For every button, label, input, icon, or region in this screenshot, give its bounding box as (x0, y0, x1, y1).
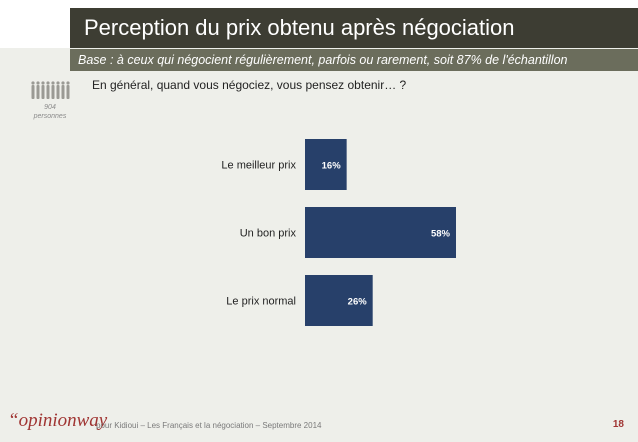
subtitle-bar: Base : à ceux qui négocient régulièremen… (70, 49, 638, 71)
value-label-3: 26% (348, 297, 368, 308)
footer-text: pour Kidioui – Les Français et la négoci… (96, 421, 322, 430)
value-label-1: 16% (322, 161, 342, 172)
page-title: Perception du prix obtenu après négociat… (84, 15, 515, 40)
page-subtitle: Base : à ceux qui négocient régulièremen… (78, 53, 568, 67)
sample-count: 904 (44, 104, 56, 111)
category-label-1: Le meilleur prix (221, 160, 296, 172)
opinionway-logo: “opinionway (8, 410, 108, 431)
page-number: 18 (612, 419, 624, 430)
title-bar: Perception du prix obtenu après négociat… (70, 8, 638, 48)
bar-chart: Le meilleur prix 16% Un bon prix 58% Le prix… (221, 139, 456, 326)
category-label-2: Un bon prix (240, 228, 297, 240)
people-group-icon (31, 81, 70, 99)
survey-question: En général, quand vous négociez, vous pe… (92, 78, 407, 92)
value-label-2: 58% (431, 229, 451, 240)
category-label-3: Le prix normal (226, 296, 296, 308)
sample-size: 904 personnes (20, 103, 80, 121)
